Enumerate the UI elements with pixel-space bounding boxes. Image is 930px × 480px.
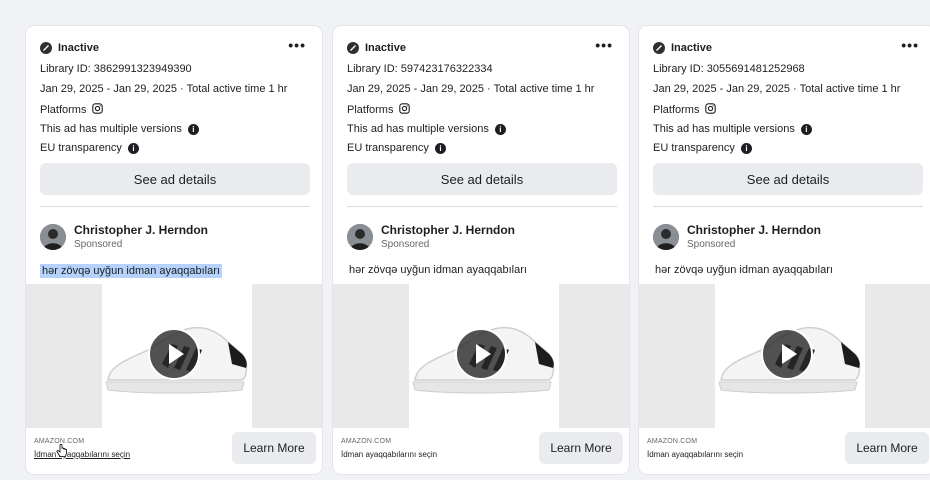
info-icon[interactable]: i [127,142,139,154]
inactive-status-icon [40,42,52,54]
instagram-icon [92,103,104,117]
eu-transparency-label: EU transparency [653,142,735,154]
link-title[interactable]: İdman ayaqqabılarını seçin [341,450,437,459]
status-label: Inactive [365,42,406,54]
status-row: Inactive [653,40,712,56]
platforms-row: Platforms [347,103,411,117]
sponsored-label: Sponsored [381,239,430,250]
multiple-versions-row[interactable]: This ad has multiple versions i [40,123,199,135]
status-label: Inactive [671,42,712,54]
link-title[interactable]: İdman ayaqqabılarını seçin [34,450,130,459]
play-icon[interactable] [148,328,200,380]
platforms-label: Platforms [347,104,394,116]
more-options-icon[interactable]: ••• [288,38,306,52]
active-dates: Jan 29, 2025 - Jan 29, 2025 · Total acti… [40,83,288,95]
ad-body-text: hər zövqə uyğun idman ayaqqabıları [655,264,833,276]
ad-video[interactable] [26,284,322,428]
library-id: Library ID: 3862991323949390 [40,63,192,75]
eu-transparency-row[interactable]: EU transparency i [653,142,752,154]
eu-transparency-row[interactable]: EU transparency i [347,142,446,154]
avatar[interactable] [40,224,66,250]
divider [40,206,310,207]
advertiser-name[interactable]: Christopher J. Herndon [687,223,821,237]
divider [653,206,923,207]
link-domain: AMAZON.COM [341,438,392,445]
platforms-label: Platforms [40,104,87,116]
ad-card-3: Inactive ••• Library ID: 305569148125296… [639,26,930,474]
inactive-status-icon [653,42,665,54]
platforms-label: Platforms [653,104,700,116]
multiple-versions-label: This ad has multiple versions [653,123,795,135]
info-icon[interactable]: i [800,123,812,135]
learn-more-button[interactable]: Learn More [539,432,623,464]
learn-more-button[interactable]: Learn More [845,432,929,464]
link-domain: AMAZON.COM [647,438,698,445]
status-row: Inactive [40,40,99,56]
library-id: Library ID: 3055691481252968 [653,63,805,75]
play-icon[interactable] [761,328,813,380]
library-id: Library ID: 597423176322334 [347,63,493,75]
ad-card-1: Inactive ••• Library ID: 386299132394939… [26,26,322,474]
see-ad-details-button[interactable]: See ad details [653,163,923,195]
avatar[interactable] [347,224,373,250]
avatar[interactable] [653,224,679,250]
info-icon[interactable]: i [434,142,446,154]
sponsored-label: Sponsored [74,239,123,250]
ad-card-2: Inactive ••• Library ID: 597423176322334… [333,26,629,474]
platforms-row: Platforms [653,103,717,117]
instagram-icon [399,103,411,117]
play-icon[interactable] [455,328,507,380]
multiple-versions-row[interactable]: This ad has multiple versions i [653,123,812,135]
info-icon[interactable]: i [187,123,199,135]
status-label: Inactive [58,42,99,54]
advertiser-name[interactable]: Christopher J. Herndon [381,223,515,237]
ad-body-text: hər zövqə uyğun idman ayaqqabıları [40,264,222,278]
more-options-icon[interactable]: ••• [901,38,919,52]
divider [347,206,617,207]
more-options-icon[interactable]: ••• [595,38,613,52]
multiple-versions-label: This ad has multiple versions [347,123,489,135]
see-ad-details-button[interactable]: See ad details [347,163,617,195]
advertiser-name[interactable]: Christopher J. Herndon [74,223,208,237]
instagram-icon [705,103,717,117]
ad-video[interactable] [639,284,930,428]
sponsored-label: Sponsored [687,239,736,250]
multiple-versions-row[interactable]: This ad has multiple versions i [347,123,506,135]
active-dates: Jan 29, 2025 - Jan 29, 2025 · Total acti… [653,83,901,95]
learn-more-button[interactable]: Learn More [232,432,316,464]
see-ad-details-button[interactable]: See ad details [40,163,310,195]
link-title[interactable]: İdman ayaqqabılarını seçin [647,450,743,459]
active-dates: Jan 29, 2025 - Jan 29, 2025 · Total acti… [347,83,595,95]
multiple-versions-label: This ad has multiple versions [40,123,182,135]
ad-body-text: hər zövqə uyğun idman ayaqqabıları [349,264,527,276]
info-icon[interactable]: i [740,142,752,154]
eu-transparency-row[interactable]: EU transparency i [40,142,139,154]
status-row: Inactive [347,40,406,56]
eu-transparency-label: EU transparency [347,142,429,154]
hand-cursor-icon [56,443,68,463]
ad-video[interactable] [333,284,629,428]
eu-transparency-label: EU transparency [40,142,122,154]
platforms-row: Platforms [40,103,104,117]
info-icon[interactable]: i [494,123,506,135]
inactive-status-icon [347,42,359,54]
